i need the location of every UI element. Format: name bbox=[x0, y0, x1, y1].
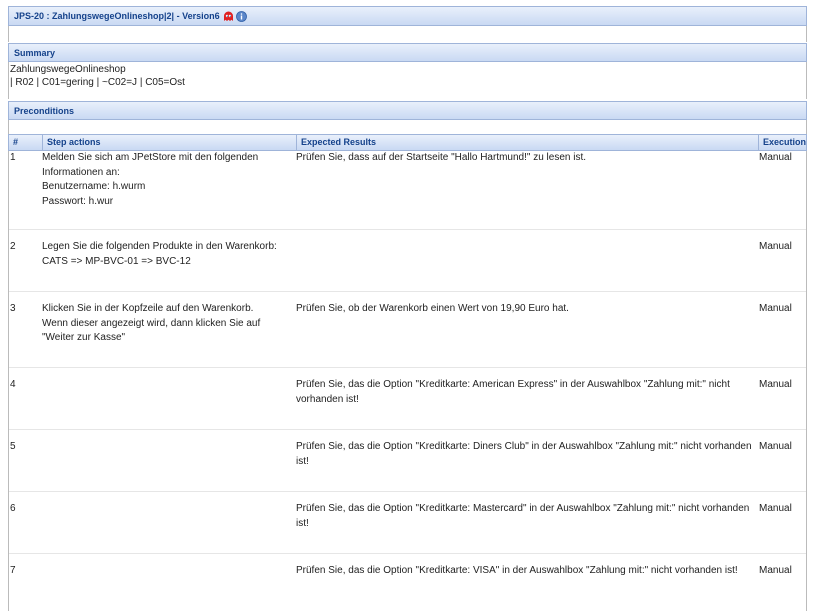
step-number: 3 bbox=[10, 303, 16, 314]
execution-type: Manual bbox=[759, 303, 792, 314]
steps-table-body: 1 Melden Sie sich am JPetStore mit den f… bbox=[8, 151, 807, 611]
table-row: 2 Legen Sie die folgenden Produkte in de… bbox=[9, 240, 806, 292]
step-number: 4 bbox=[10, 379, 16, 390]
table-row: 4 Prüfen Sie, das die Option "Kreditkart… bbox=[9, 378, 806, 430]
step-number: 6 bbox=[10, 503, 16, 514]
test-case-panel: JPS-20 : ZahlungswegeOnlineshop|2| - Ver… bbox=[8, 6, 807, 611]
step-number: 7 bbox=[10, 565, 16, 576]
steps-table-header: # Step actions Expected Results Executio… bbox=[8, 134, 807, 151]
table-row: 1 Melden Sie sich am JPetStore mit den f… bbox=[9, 151, 806, 230]
info-icon[interactable] bbox=[235, 10, 247, 22]
execution-type: Manual bbox=[759, 379, 792, 390]
step-action: Melden Sie sich am JPetStore mit den fol… bbox=[42, 152, 259, 207]
summary-line-1: ZahlungswegeOnlineshop bbox=[10, 64, 126, 75]
column-header-expected-results[interactable]: Expected Results bbox=[297, 135, 759, 150]
table-row: 3 Klicken Sie in der Kopfzeile auf den W… bbox=[9, 302, 806, 368]
step-number: 1 bbox=[10, 152, 16, 163]
expected-result: Prüfen Sie, das die Option "Kreditkarte:… bbox=[296, 503, 750, 529]
execution-type: Manual bbox=[759, 241, 792, 252]
expected-result: Prüfen Sie, dass auf der Startseite "Hal… bbox=[296, 152, 587, 163]
preconditions-header: Preconditions bbox=[8, 101, 807, 120]
test-case-title: JPS-20 : ZahlungswegeOnlineshop|2| - Ver… bbox=[14, 11, 220, 21]
preconditions-label: Preconditions bbox=[14, 105, 75, 116]
step-action: Klicken Sie in der Kopfzeile auf den War… bbox=[42, 303, 261, 343]
expected-result: Prüfen Sie, das die Option "Kreditkarte:… bbox=[296, 565, 738, 576]
step-number: 2 bbox=[10, 241, 16, 252]
summary-label: Summary bbox=[14, 47, 56, 58]
expected-result: Prüfen Sie, ob der Warenkorb einen Wert … bbox=[296, 303, 569, 314]
step-action: Legen Sie die folgenden Produkte in den … bbox=[42, 241, 277, 267]
execution-type: Manual bbox=[759, 565, 792, 576]
test-case-title-bar: JPS-20 : ZahlungswegeOnlineshop|2| - Ver… bbox=[8, 6, 807, 26]
column-header-execution[interactable]: Execution bbox=[759, 135, 806, 150]
ghost-icon[interactable] bbox=[223, 11, 234, 22]
step-number: 5 bbox=[10, 441, 16, 452]
execution-type: Manual bbox=[759, 152, 792, 163]
summary-line-2: | R02 | C01=gering | ~C02=J | C05=Ost bbox=[10, 77, 185, 88]
preconditions-body bbox=[8, 120, 807, 134]
column-header-step-actions[interactable]: Step actions bbox=[43, 135, 297, 150]
summary-body: ZahlungswegeOnlineshop | R02 | C01=gerin… bbox=[8, 62, 807, 99]
summary-header: Summary bbox=[8, 43, 807, 62]
title-spacer bbox=[8, 26, 807, 42]
execution-type: Manual bbox=[759, 503, 792, 514]
table-row: 5 Prüfen Sie, das die Option "Kreditkart… bbox=[9, 440, 806, 492]
expected-result: Prüfen Sie, das die Option "Kreditkarte:… bbox=[296, 379, 730, 405]
expected-result: Prüfen Sie, das die Option "Kreditkarte:… bbox=[296, 441, 752, 467]
column-header-number[interactable]: # bbox=[9, 135, 43, 150]
execution-type: Manual bbox=[759, 441, 792, 452]
table-row: 7 Prüfen Sie, das die Option "Kreditkart… bbox=[9, 564, 806, 610]
table-row: 6 Prüfen Sie, das die Option "Kreditkart… bbox=[9, 502, 806, 554]
